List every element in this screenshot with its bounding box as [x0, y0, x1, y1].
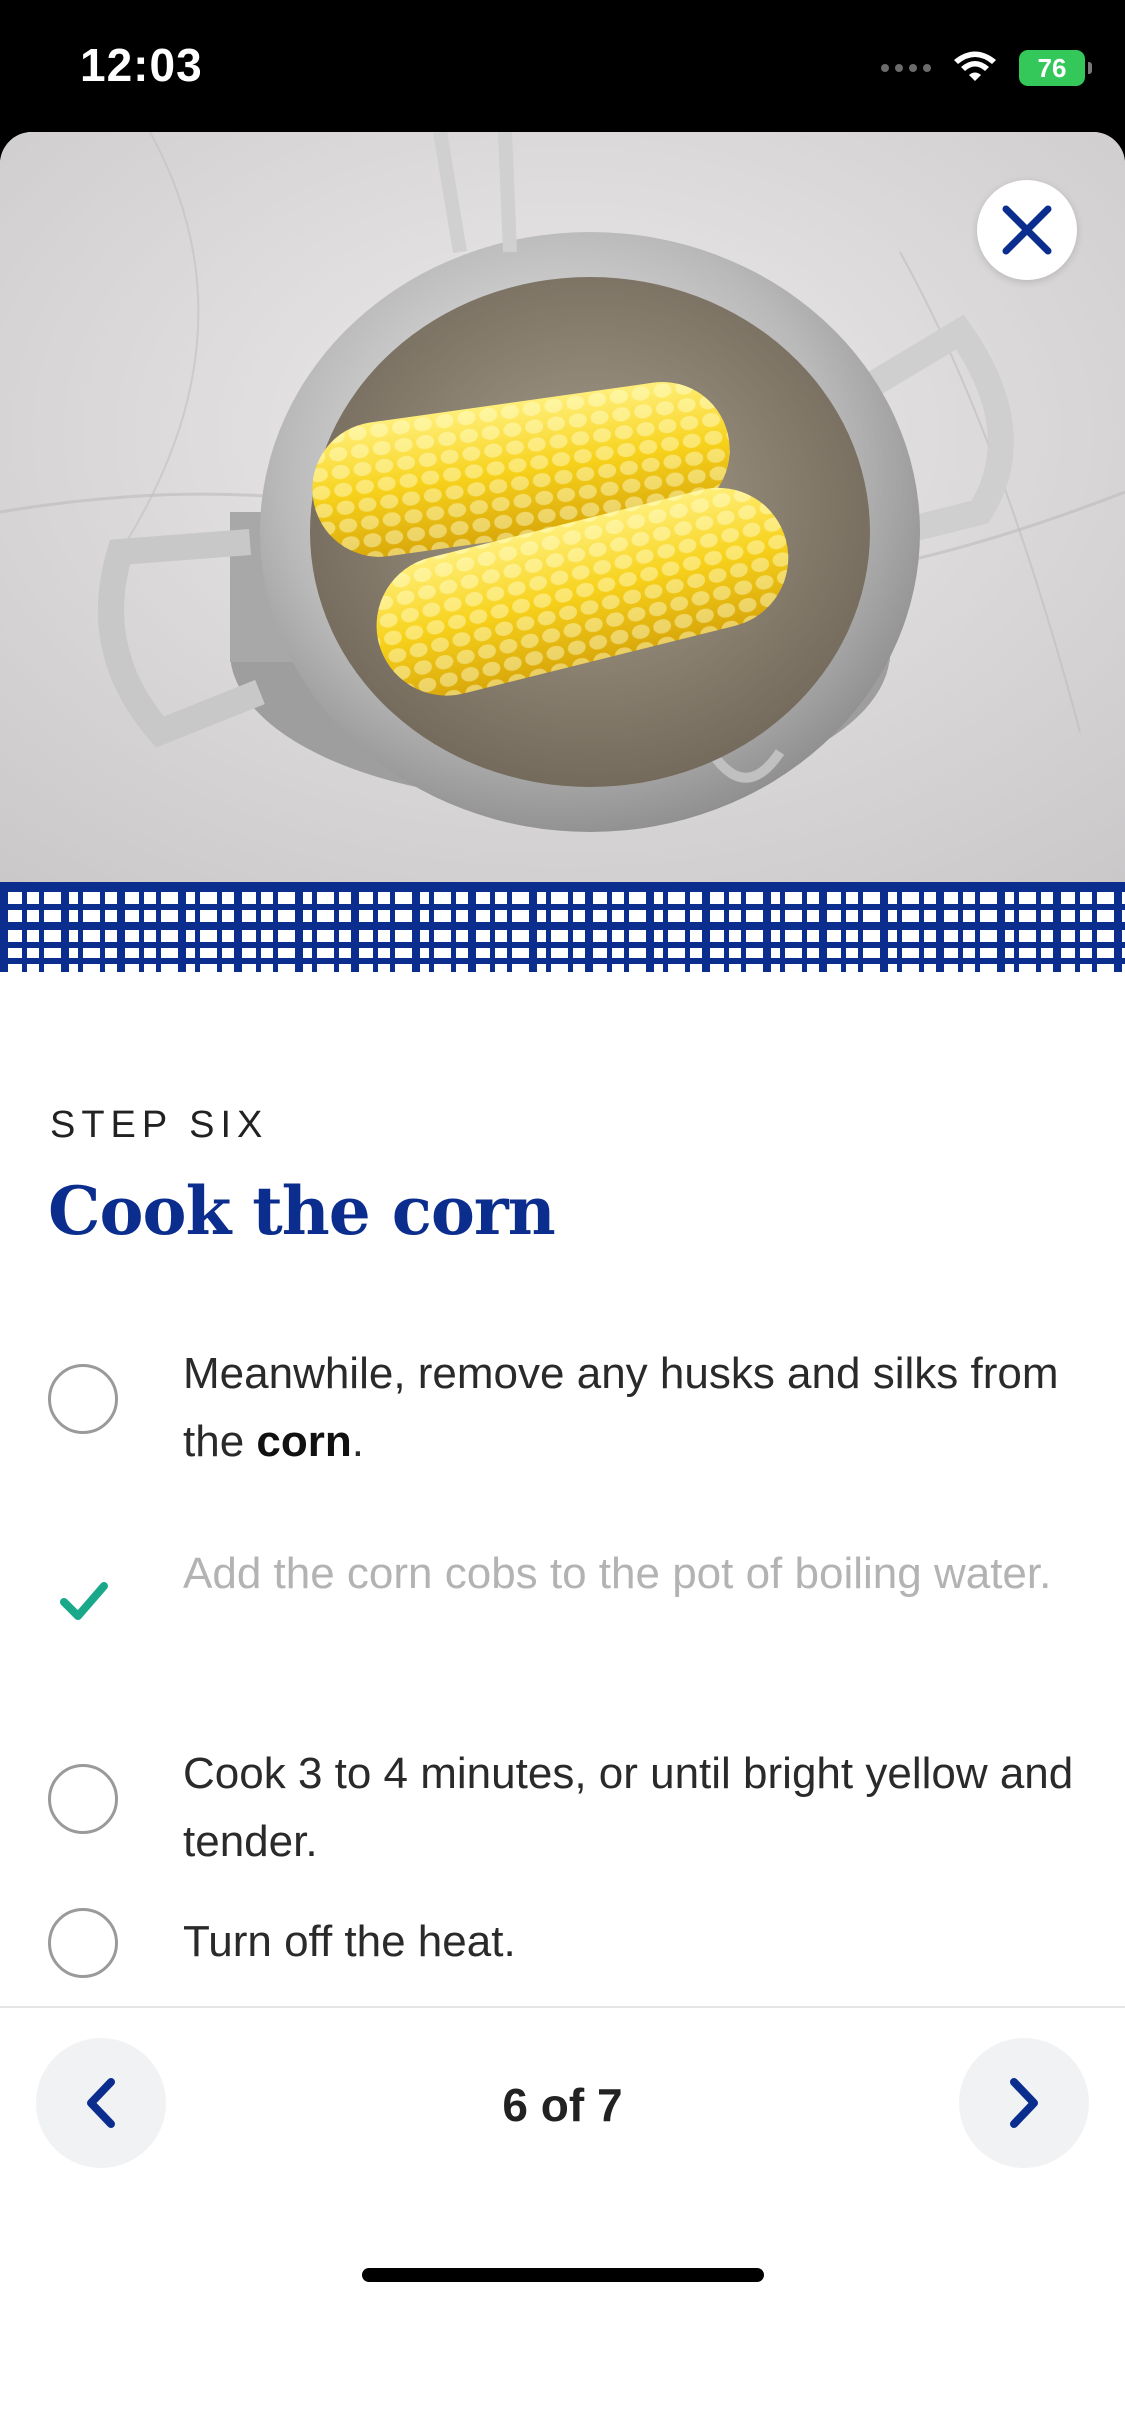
- instruction-text: Turn off the heat.: [183, 1917, 516, 1966]
- instruction-ingredient: corn: [256, 1417, 352, 1466]
- step-checkbox[interactable]: [48, 1764, 118, 1834]
- signal-icon: [881, 64, 931, 72]
- status-icons: 76: [881, 48, 1092, 88]
- home-indicator: [362, 2268, 764, 2282]
- instruction-text: Cook 3 to 4 minutes, or until bright yel…: [183, 1749, 1074, 1866]
- step-checkbox[interactable]: [48, 1364, 118, 1434]
- bottom-nav: 6 of 7: [0, 2006, 1125, 2304]
- close-icon: [1002, 205, 1052, 255]
- close-button[interactable]: [977, 180, 1077, 280]
- status-time: 12:03: [80, 39, 203, 91]
- wifi-icon: [954, 51, 996, 81]
- instruction-text: Meanwhile, remove any husks and silks fr…: [183, 1340, 1083, 1476]
- step-counter: 6 of 7: [502, 2079, 623, 2131]
- battery-level: 76: [1037, 52, 1067, 83]
- step-checkbox[interactable]: [48, 1908, 118, 1978]
- hero-image: [0, 132, 1125, 882]
- instruction-text-part: .: [351, 1417, 364, 1466]
- gingham-divider: [0, 882, 1125, 972]
- instruction-text: Add the corn cobs to the pot of boiling …: [183, 1549, 1052, 1598]
- checkmark-icon[interactable]: [56, 1572, 112, 1628]
- next-step-button[interactable]: [959, 2038, 1089, 2168]
- status-bar: 12:03 76: [0, 0, 1125, 132]
- step-title: Cook the corn: [48, 1172, 556, 1250]
- chevron-right-icon: [1010, 2078, 1038, 2128]
- battery-icon: 76: [1019, 50, 1092, 86]
- step-label: STEP SIX: [50, 1104, 269, 1146]
